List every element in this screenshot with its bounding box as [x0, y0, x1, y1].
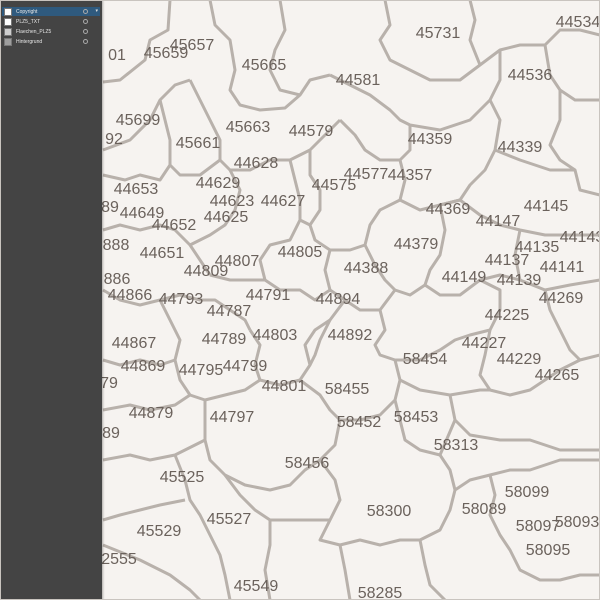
postcode-label: 58313	[434, 437, 479, 454]
postcode-label: 44534	[556, 14, 600, 31]
postcode-label: 44149	[442, 269, 487, 286]
postcode-label: 44799	[223, 358, 268, 375]
layer-name: PLZ5_TXT	[16, 18, 41, 25]
postcode-label: 58089	[462, 501, 507, 518]
postcode-label-partial: 79	[100, 375, 118, 392]
layer-swatch	[4, 27, 12, 36]
postcode-label: 44139	[497, 272, 542, 289]
postcode-label: 44369	[426, 201, 471, 218]
postcode-label-partial: 92	[105, 131, 123, 148]
layer-name: Flaechen_PLZ5	[16, 28, 52, 35]
postcode-label: 44627	[261, 193, 306, 210]
postcode-label: 45525	[160, 469, 205, 486]
postcode-label: 44579	[289, 123, 334, 140]
postcode-label: 44809	[184, 263, 229, 280]
map-viewer: 45731 44534 45657 45659 45665 44581 44536 45699…	[0, 0, 600, 600]
postcode-label-partial: 888	[103, 237, 130, 254]
postcode-label: 44388	[344, 260, 389, 277]
postcode-label: 44625	[204, 209, 249, 226]
postcode-label: 44805	[278, 244, 323, 261]
postcode-label: 44265	[535, 367, 580, 384]
postcode-label: 58093	[555, 514, 600, 531]
postcode-label: 44652	[152, 217, 197, 234]
postcode-label: 44892	[328, 327, 373, 344]
postcode-label: 58455	[325, 381, 370, 398]
postcode-label: 44145	[524, 198, 569, 215]
postcode-label: 44227	[462, 335, 507, 352]
postcode-label: 44581	[336, 72, 381, 89]
postcode-label: 58454	[403, 351, 448, 368]
postcode-label: 44791	[246, 287, 291, 304]
postcode-label: 58300	[367, 503, 412, 520]
layer-swatch	[4, 17, 12, 26]
postcode-label: 44137	[485, 252, 530, 269]
postcode-label: 45659	[144, 45, 189, 62]
postcode-label: 44141	[540, 259, 585, 276]
chevron-down-icon[interactable]: ▾	[95, 7, 98, 15]
visibility-icon[interactable]	[83, 19, 88, 24]
layer-swatch	[4, 7, 12, 16]
visibility-icon[interactable]	[83, 9, 88, 14]
postcode-label: 44536	[508, 67, 553, 84]
postcode-label: 44225	[485, 307, 530, 324]
layers-panel: Copyright ▾ PLZ5_TXT Flaechen_PLZ5 Hintergru…	[0, 0, 102, 600]
layer-row[interactable]: Flaechen_PLZ5	[2, 27, 100, 36]
postcode-label: 45699	[116, 112, 161, 129]
postcode-label: 44866	[108, 287, 153, 304]
postcode-label: 44867	[112, 335, 157, 352]
postcode-label: 45549	[234, 578, 279, 595]
layer-swatch	[4, 37, 12, 46]
postcode-label: 44793	[159, 291, 204, 308]
postcode-label-partial: 886	[104, 271, 131, 288]
visibility-icon[interactable]	[83, 39, 88, 44]
visibility-icon[interactable]	[83, 29, 88, 34]
postcode-label: 44795	[179, 362, 224, 379]
postcode-label-partial: 89	[101, 199, 119, 216]
postcode-label: 45663	[226, 119, 271, 136]
postcode-label: 44787	[207, 303, 252, 320]
postcode-label: 58099	[505, 484, 550, 501]
postcode-label: 44359	[408, 131, 453, 148]
postcode-label: 45529	[137, 523, 182, 540]
postcode-label: 44269	[539, 290, 584, 307]
postcode-label: 44894	[316, 291, 361, 308]
postcode-label: 44575	[312, 177, 357, 194]
postcode-label: 45731	[416, 25, 461, 42]
postcode-label: 58095	[526, 542, 571, 559]
postcode-label: 44653	[114, 181, 159, 198]
layer-row[interactable]: Hintergrund	[2, 37, 100, 46]
layer-name: Hintergrund	[16, 38, 43, 45]
postcode-label: 44229	[497, 351, 542, 368]
postcode-label: 44623	[210, 193, 255, 210]
postcode-label: 58452	[337, 414, 382, 431]
postcode-label: 45665	[242, 57, 287, 74]
postcode-label: 44879	[129, 405, 174, 422]
postcode-label: 58285	[358, 585, 403, 600]
postcode-label: 44803	[253, 327, 298, 344]
postcode-label-partial: 2555	[101, 551, 137, 568]
postcode-label: 44629	[196, 175, 241, 192]
postcode-label: 44801	[262, 378, 307, 395]
postcode-label: 58456	[285, 455, 330, 472]
postcode-label: 44339	[498, 139, 543, 156]
postcode-label: 44143	[560, 229, 600, 246]
postcode-label: 44869	[121, 358, 166, 375]
postcode-label: 44357	[388, 167, 433, 184]
postcode-label: 44147	[476, 213, 521, 230]
postcode-label: 44379	[394, 236, 439, 253]
postcode-label: 44628	[234, 155, 279, 172]
postcode-label: 44797	[210, 409, 255, 426]
postcode-label: 44789	[202, 331, 247, 348]
layer-row[interactable]: PLZ5_TXT	[2, 17, 100, 26]
postcode-label: 45661	[176, 135, 221, 152]
layer-row[interactable]: Copyright ▾	[2, 7, 100, 16]
layer-name: Copyright	[16, 8, 38, 15]
postcode-label: 44651	[140, 245, 185, 262]
postcode-label-partial: 89	[102, 425, 120, 442]
postcode-label: 45527	[207, 511, 252, 528]
postcode-label: 58097	[516, 518, 561, 535]
postcode-label: 58453	[394, 409, 439, 426]
postcode-label-partial: 01	[108, 47, 126, 64]
